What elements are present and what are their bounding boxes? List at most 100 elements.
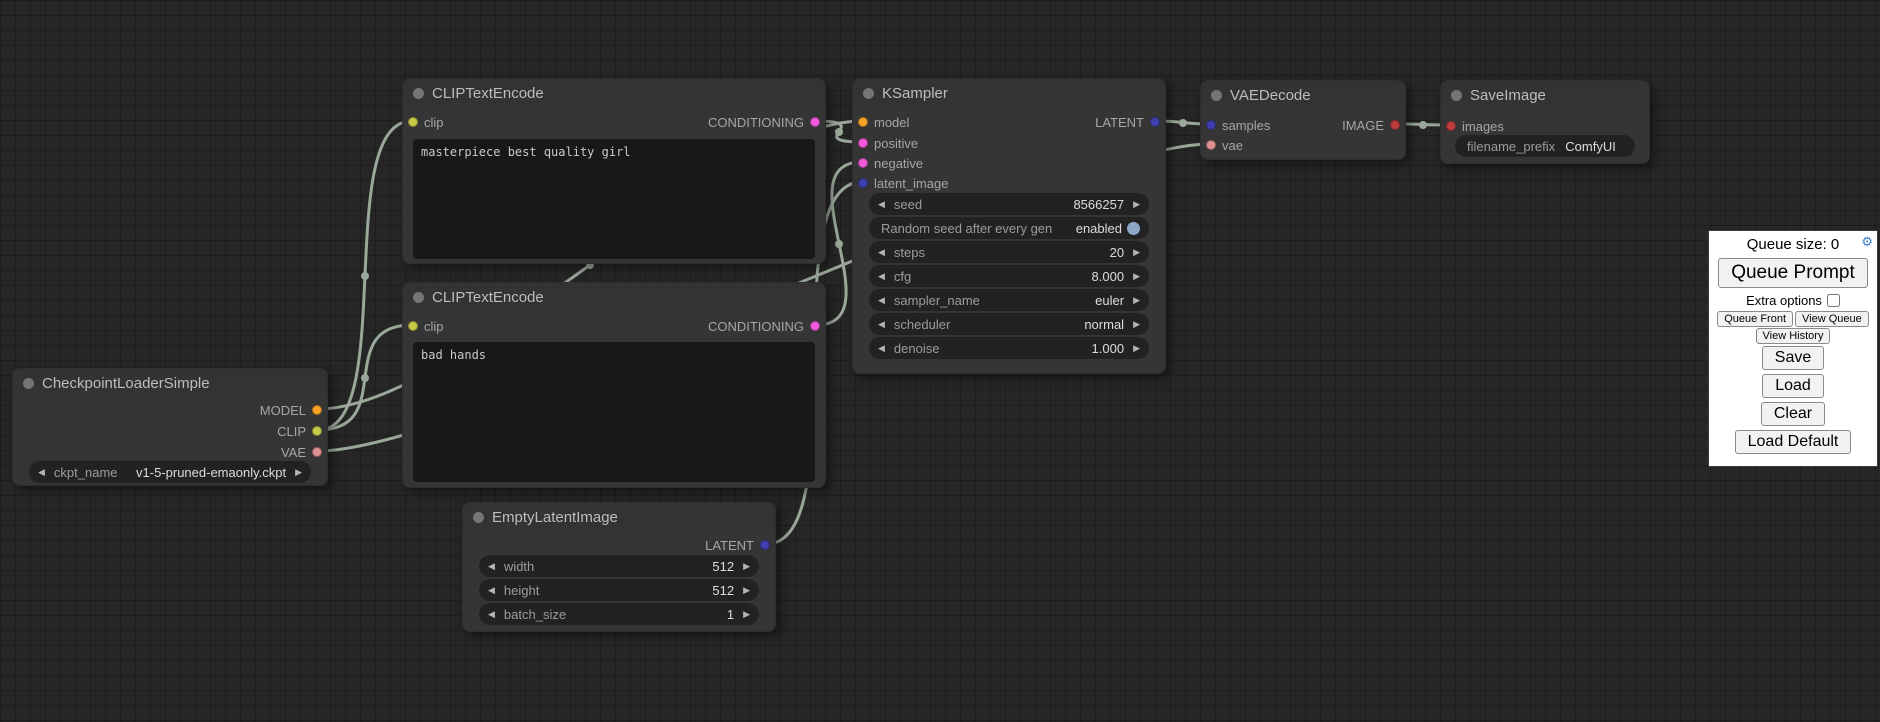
view-history-button[interactable]: View History [1756,328,1831,344]
input-slot-negative[interactable]: negative [853,154,923,172]
collapse-dot-icon[interactable] [863,88,874,99]
filename-prefix-text-widget[interactable]: filename_prefix ComfyUI [1455,135,1635,157]
ckpt-name-combo-widget[interactable]: ◀ ckpt_name v1-5-pruned-emaonly.ckpt ▶ [29,461,311,483]
widget-increment-icon[interactable]: ▶ [1133,296,1140,305]
widget-decrement-icon[interactable]: ◀ [878,200,885,209]
scheduler-combo-widget[interactable]: ◀ scheduler normal ▶ [869,313,1149,335]
collapse-dot-icon[interactable] [473,512,484,523]
node-checkpoint-loader-simple[interactable]: CheckpointLoaderSimple MODEL CLIP VAE ◀ … [12,368,328,486]
node-ksampler[interactable]: KSampler model LATENT positive negative … [852,78,1166,374]
view-queue-button[interactable]: View Queue [1795,311,1869,327]
input-slot-positive[interactable]: positive [853,134,918,152]
latent-slot-icon[interactable] [1206,120,1216,130]
widget-decrement-icon[interactable]: ◀ [878,344,885,353]
widget-decrement-icon[interactable]: ◀ [878,272,885,281]
output-slot-latent[interactable]: LATENT [1095,113,1165,131]
node-save-image[interactable]: SaveImage images filename_prefix ComfyUI [1440,80,1650,164]
widget-decrement-icon[interactable]: ◀ [38,468,45,477]
node-header[interactable]: EmptyLatentImage [463,503,775,531]
widget-decrement-icon[interactable]: ◀ [878,296,885,305]
collapse-dot-icon[interactable] [1451,90,1462,101]
image-slot-icon[interactable] [1446,121,1456,131]
node-header[interactable]: KSampler [853,79,1165,107]
collapse-dot-icon[interactable] [413,88,424,99]
image-slot-icon[interactable] [1390,120,1400,130]
input-slot-model[interactable]: model [853,113,909,131]
conditioning-slot-icon[interactable] [810,321,820,331]
height-number-widget[interactable]: ◀ height 512 ▶ [479,579,759,601]
collapse-dot-icon[interactable] [1211,90,1222,101]
input-slot-clip[interactable]: clip [403,113,444,131]
widget-increment-icon[interactable]: ▶ [743,562,750,571]
widget-increment-icon[interactable]: ▶ [1133,248,1140,257]
widget-decrement-icon[interactable]: ◀ [488,586,495,595]
widget-increment-icon[interactable]: ▶ [1133,200,1140,209]
positive-prompt-textarea[interactable]: masterpiece best quality girl [413,139,815,259]
width-number-widget[interactable]: ◀ width 512 ▶ [479,555,759,577]
output-slot-conditioning[interactable]: CONDITIONING [708,113,825,131]
conditioning-slot-icon[interactable] [858,138,868,148]
sampler-name-combo-widget[interactable]: ◀ sampler_name euler ▶ [869,289,1149,311]
node-header[interactable]: SaveImage [1441,81,1649,109]
extra-options-checkbox[interactable] [1827,294,1840,307]
vae-slot-icon[interactable] [312,447,322,457]
widget-decrement-icon[interactable]: ◀ [878,320,885,329]
steps-number-widget[interactable]: ◀ steps 20 ▶ [869,241,1149,263]
node-empty-latent-image[interactable]: EmptyLatentImage LATENT ◀ width 512 ▶ ◀ … [462,502,776,632]
node-clip-text-encode-negative[interactable]: CLIPTextEncode clip CONDITIONING bad han… [402,282,826,488]
output-slot-image[interactable]: IMAGE [1342,116,1405,134]
settings-gear-icon[interactable]: ⚙ [1861,235,1873,248]
widget-increment-icon[interactable]: ▶ [1133,344,1140,353]
save-button[interactable]: Save [1762,346,1824,370]
vae-slot-icon[interactable] [1206,140,1216,150]
clip-slot-icon[interactable] [408,117,418,127]
input-slot-clip[interactable]: clip [403,317,444,335]
node-header[interactable]: CLIPTextEncode [403,283,825,311]
node-header[interactable]: VAEDecode [1201,81,1405,109]
node-clip-text-encode-positive[interactable]: CLIPTextEncode clip CONDITIONING masterp… [402,78,826,264]
node-vae-decode[interactable]: VAEDecode samples IMAGE vae [1200,80,1406,160]
denoise-number-widget[interactable]: ◀ denoise 1.000 ▶ [869,337,1149,359]
input-slot-samples[interactable]: samples [1201,116,1270,134]
input-slot-vae[interactable]: vae [1201,136,1243,154]
output-slot-clip[interactable]: CLIP [277,422,327,440]
clip-slot-icon[interactable] [408,321,418,331]
widget-increment-icon[interactable]: ▶ [743,586,750,595]
latent-slot-icon[interactable] [1150,117,1160,127]
widget-decrement-icon[interactable]: ◀ [488,610,495,619]
widget-decrement-icon[interactable]: ◀ [878,248,885,257]
load-button[interactable]: Load [1762,374,1824,398]
input-slot-latent-image[interactable]: latent_image [853,174,948,192]
output-slot-latent[interactable]: LATENT [705,536,775,554]
widget-decrement-icon[interactable]: ◀ [488,562,495,571]
widget-increment-icon[interactable]: ▶ [1133,272,1140,281]
random-seed-toggle-widget[interactable]: Random seed after every gen enabled [869,217,1149,239]
collapse-dot-icon[interactable] [413,292,424,303]
latent-slot-icon[interactable] [858,178,868,188]
seed-number-widget[interactable]: ◀ seed 8566257 ▶ [869,193,1149,215]
batch-size-number-widget[interactable]: ◀ batch_size 1 ▶ [479,603,759,625]
negative-prompt-textarea[interactable]: bad hands [413,342,815,482]
widget-increment-icon[interactable]: ▶ [1133,320,1140,329]
clear-button[interactable]: Clear [1761,402,1825,426]
queue-prompt-button[interactable]: Queue Prompt [1718,258,1868,288]
output-slot-conditioning[interactable]: CONDITIONING [708,317,825,335]
load-default-button[interactable]: Load Default [1735,430,1852,454]
model-slot-icon[interactable] [312,405,322,415]
collapse-dot-icon[interactable] [23,378,34,389]
widget-increment-icon[interactable]: ▶ [295,468,302,477]
node-header[interactable]: CLIPTextEncode [403,79,825,107]
toggle-on-icon[interactable] [1127,222,1140,235]
model-slot-icon[interactable] [858,117,868,127]
input-slot-images[interactable]: images [1441,117,1504,135]
queue-front-button[interactable]: Queue Front [1717,311,1793,327]
node-header[interactable]: CheckpointLoaderSimple [13,369,327,397]
widget-increment-icon[interactable]: ▶ [743,610,750,619]
conditioning-slot-icon[interactable] [810,117,820,127]
clip-slot-icon[interactable] [312,426,322,436]
output-slot-vae[interactable]: VAE [281,443,327,461]
cfg-number-widget[interactable]: ◀ cfg 8.000 ▶ [869,265,1149,287]
output-slot-model[interactable]: MODEL [260,401,327,419]
latent-slot-icon[interactable] [760,540,770,550]
conditioning-slot-icon[interactable] [858,158,868,168]
